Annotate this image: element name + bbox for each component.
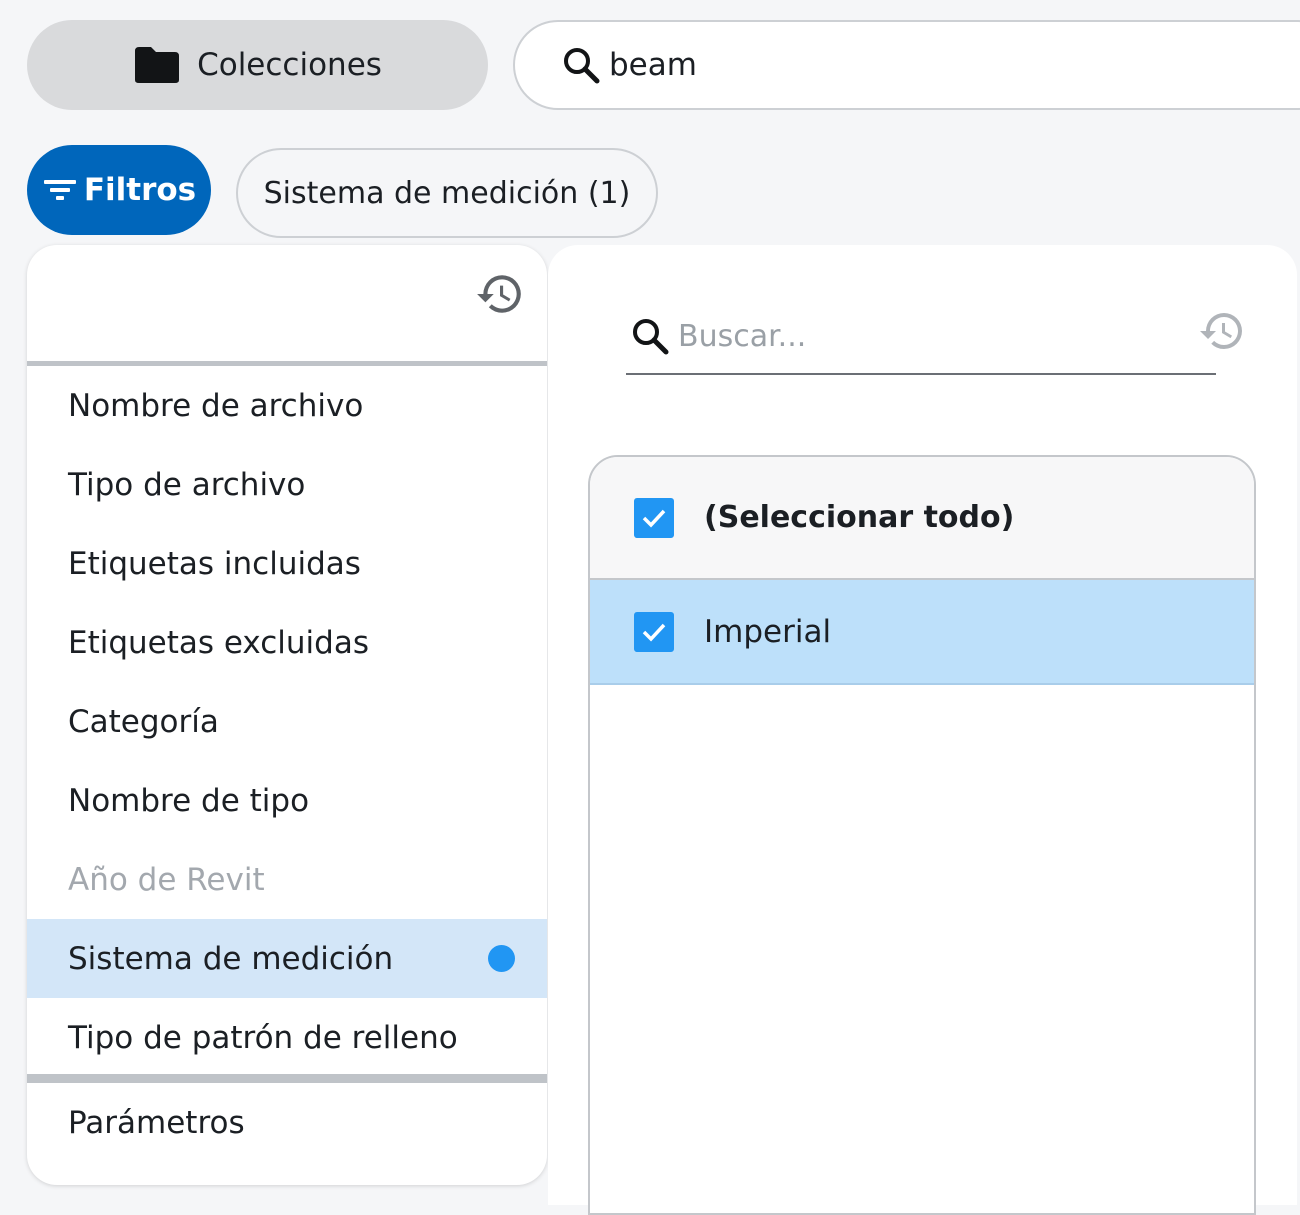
option-row-imperial[interactable]: Imperial bbox=[590, 580, 1254, 685]
collections-button[interactable]: Colecciones bbox=[27, 20, 488, 110]
filter-item-etiquetas-incluidas[interactable]: Etiquetas incluidas bbox=[27, 524, 547, 603]
filter-item-label: Tipo de archivo bbox=[68, 466, 306, 503]
filter-item-label: Nombre de archivo bbox=[68, 387, 364, 424]
filter-item-tipo-de-patron-de-relleno[interactable]: Tipo de patrón de relleno bbox=[27, 998, 547, 1077]
filter-item-label: Sistema de medición bbox=[68, 940, 394, 977]
filter-item-label: Categoría bbox=[68, 703, 219, 740]
select-all-row[interactable]: (Seleccionar todo) bbox=[590, 457, 1254, 580]
filters-button[interactable]: Filtros bbox=[27, 145, 211, 235]
options-search-input[interactable] bbox=[678, 318, 1178, 354]
search-icon bbox=[564, 48, 600, 84]
filter-item-tipo-de-archivo[interactable]: Tipo de archivo bbox=[27, 445, 547, 524]
filter-item-label: Nombre de tipo bbox=[68, 782, 310, 819]
filter-icon bbox=[43, 180, 76, 200]
filters-label: Filtros bbox=[83, 172, 197, 208]
collections-label: Colecciones bbox=[197, 47, 382, 83]
select-all-label: (Seleccionar todo) bbox=[704, 500, 1015, 535]
filter-item-etiquetas-excluidas[interactable]: Etiquetas excluidas bbox=[27, 603, 547, 682]
option-checkbox[interactable] bbox=[634, 611, 674, 652]
parameters-label: Parámetros bbox=[68, 1105, 245, 1141]
filter-item-ano-de-revit: Año de Revit bbox=[27, 840, 547, 919]
active-filter-chip-label: Sistema de medición (1) bbox=[263, 175, 631, 211]
active-indicator-dot bbox=[488, 945, 515, 972]
filter-item-label: Etiquetas incluidas bbox=[68, 545, 361, 582]
filter-categories-panel: Nombre de archivo Tipo de archivo Etique… bbox=[27, 245, 547, 1185]
options-search-field[interactable] bbox=[626, 299, 1216, 375]
check-icon bbox=[642, 623, 666, 642]
folder-icon bbox=[135, 47, 180, 83]
filter-item-sistema-de-medicion[interactable]: Sistema de medición bbox=[27, 919, 547, 998]
filter-options-panel: (Seleccionar todo) Imperial bbox=[548, 245, 1297, 1215]
search-input[interactable] bbox=[609, 47, 1209, 83]
history-icon bbox=[1200, 313, 1242, 349]
filter-category-list: Nombre de archivo Tipo de archivo Etique… bbox=[27, 366, 547, 1077]
options-history-button[interactable] bbox=[1198, 307, 1246, 355]
search-icon bbox=[633, 319, 669, 355]
active-filter-chip[interactable]: Sistema de medición (1) bbox=[236, 148, 658, 238]
filter-item-nombre-de-archivo[interactable]: Nombre de archivo bbox=[27, 366, 547, 445]
filter-item-label: Tipo de patrón de relleno bbox=[68, 1019, 458, 1056]
divider bbox=[27, 1074, 547, 1083]
filter-item-nombre-de-tipo[interactable]: Nombre de tipo bbox=[27, 761, 547, 840]
parameters-item[interactable]: Parámetros bbox=[27, 1083, 547, 1163]
select-all-checkbox[interactable] bbox=[634, 497, 674, 538]
filter-item-categoria[interactable]: Categoría bbox=[27, 682, 547, 761]
filter-item-label: Año de Revit bbox=[68, 861, 265, 898]
filter-item-label: Etiquetas excluidas bbox=[68, 624, 369, 661]
option-label: Imperial bbox=[704, 613, 832, 650]
check-icon bbox=[642, 509, 666, 528]
history-icon bbox=[477, 275, 521, 313]
search-bar[interactable] bbox=[513, 20, 1300, 110]
reset-history-button[interactable] bbox=[475, 269, 525, 319]
options-list: (Seleccionar todo) Imperial bbox=[588, 455, 1256, 1215]
